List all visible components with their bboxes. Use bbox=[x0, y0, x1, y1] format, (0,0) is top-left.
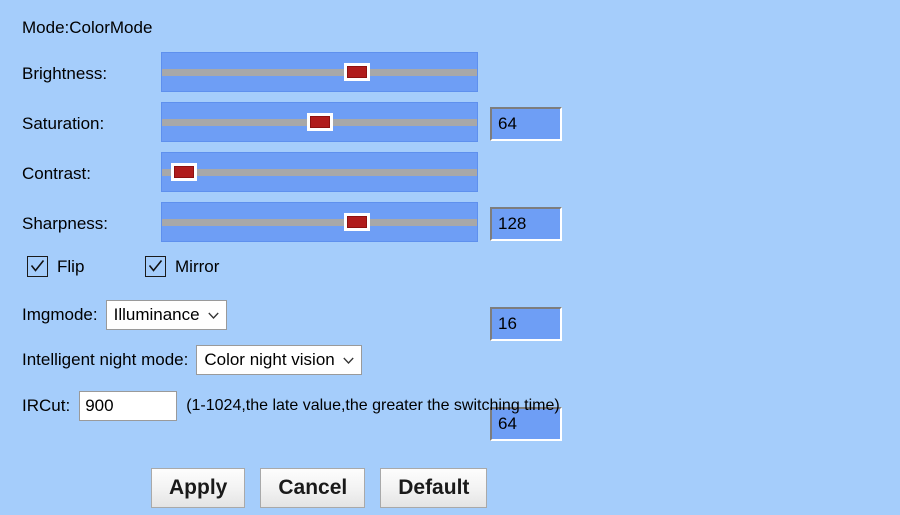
checkbox-mirror[interactable] bbox=[145, 256, 166, 277]
default-button[interactable]: Default bbox=[380, 468, 488, 508]
value-box-brightness[interactable]: 64 bbox=[490, 107, 562, 141]
slider-rail bbox=[162, 169, 477, 176]
night-mode-select[interactable]: Color night vision bbox=[196, 345, 362, 375]
imgmode-value: Illuminance bbox=[113, 305, 200, 324]
checkbox-label-mirror: Mirror bbox=[175, 257, 220, 276]
chevron-down-icon bbox=[343, 357, 354, 364]
slider-thumb-sharpness[interactable] bbox=[344, 213, 371, 231]
checkbox-label-flip: Flip bbox=[57, 257, 85, 276]
apply-button[interactable]: Apply bbox=[151, 468, 246, 508]
night-mode-row: Intelligent night mode: Color night visi… bbox=[22, 345, 362, 375]
slider-thumb-saturation[interactable] bbox=[306, 113, 333, 131]
check-icon bbox=[30, 260, 45, 272]
checkbox-flip[interactable] bbox=[27, 256, 48, 277]
imgmode-row: Imgmode: Illuminance bbox=[22, 300, 227, 330]
night-mode-value: Color night vision bbox=[204, 350, 335, 369]
value-box-contrast[interactable]: 16 bbox=[490, 307, 562, 341]
imgmode-select[interactable]: Illuminance bbox=[105, 300, 227, 330]
ircut-input[interactable] bbox=[79, 391, 178, 421]
imgmode-label: Imgmode: bbox=[22, 305, 98, 324]
ircut-hint: (1-1024,the late value,the greater the s… bbox=[186, 397, 560, 414]
slider-sharpness[interactable] bbox=[161, 202, 478, 242]
slider-label-contrast: Contrast: bbox=[22, 164, 91, 183]
night-mode-label: Intelligent night mode: bbox=[22, 350, 189, 369]
slider-rail bbox=[162, 219, 477, 226]
check-icon bbox=[148, 260, 163, 272]
chevron-down-icon bbox=[207, 312, 219, 319]
slider-brightness[interactable] bbox=[161, 52, 478, 92]
slider-label-saturation: Saturation: bbox=[22, 114, 105, 133]
color-settings-panel: Mode:ColorMode Brightness: 64 Saturation… bbox=[0, 0, 900, 515]
slider-label-brightness: Brightness: bbox=[22, 64, 108, 83]
ircut-label: IRCut: bbox=[22, 396, 71, 415]
slider-label-sharpness: Sharpness: bbox=[22, 214, 108, 233]
ircut-row: IRCut: (1-1024,the late value,the greate… bbox=[22, 391, 560, 421]
slider-contrast[interactable] bbox=[161, 152, 478, 192]
slider-thumb-contrast[interactable] bbox=[171, 163, 198, 181]
slider-rail bbox=[162, 69, 477, 76]
cancel-button[interactable]: Cancel bbox=[260, 468, 366, 508]
checkbox-item-mirror[interactable]: Mirror bbox=[145, 256, 219, 277]
value-box-saturation[interactable]: 128 bbox=[490, 207, 562, 241]
button-row: Apply Cancel Default bbox=[151, 468, 488, 508]
mode-title: Mode:ColorMode bbox=[22, 18, 153, 37]
slider-saturation[interactable] bbox=[161, 102, 478, 142]
checkbox-item-flip[interactable]: Flip bbox=[27, 256, 84, 277]
slider-thumb-brightness[interactable] bbox=[344, 63, 371, 81]
